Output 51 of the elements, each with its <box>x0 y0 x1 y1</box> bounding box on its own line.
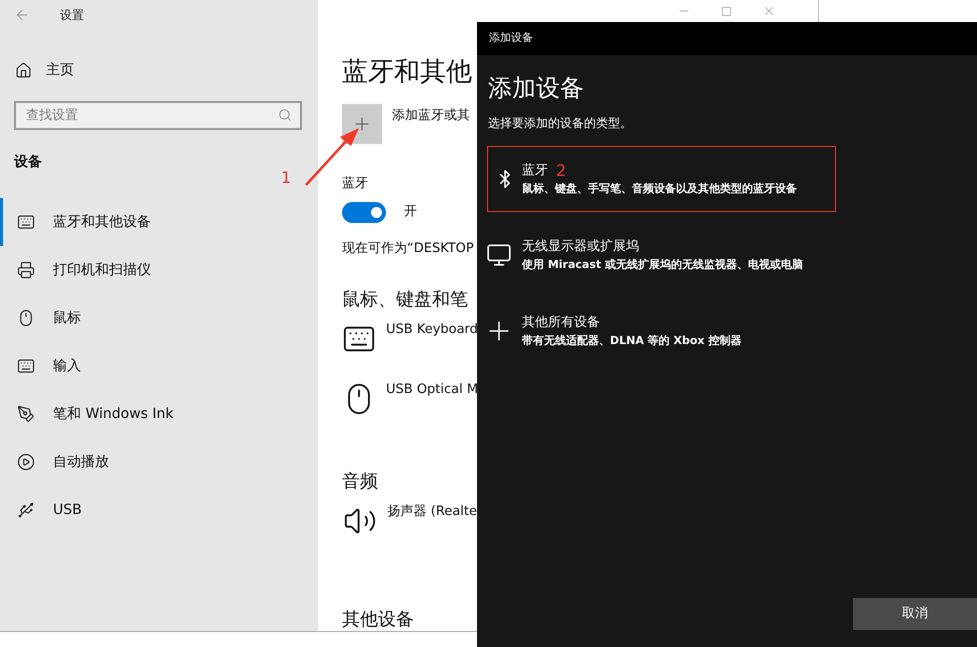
group-heading: 音频 <box>342 470 379 494</box>
add-device-button[interactable] <box>342 104 382 144</box>
option-title: 无线显示器或扩展坞 <box>522 238 639 256</box>
nav-item[interactable]: 笔和 Windows Ink <box>0 390 318 438</box>
printer-icon <box>17 261 35 279</box>
dialog-title: 添加设备 <box>489 30 533 46</box>
pen-icon <box>17 405 35 423</box>
nav-item[interactable]: 鼠标 <box>0 294 318 342</box>
monitor-icon <box>486 242 512 268</box>
bluetooth-label: 蓝牙 <box>342 175 369 193</box>
step-number: 2 <box>556 162 566 180</box>
search-icon <box>278 108 292 122</box>
device-name[interactable]: 扬声器 (Realte <box>388 502 477 554</box>
device-name[interactable]: USB Keyboard <box>386 320 478 372</box>
nav-item[interactable]: 蓝牙和其他设备 <box>0 198 318 246</box>
nav-item[interactable]: 自动播放 <box>0 438 318 486</box>
back-icon[interactable] <box>14 7 30 23</box>
device-type-option[interactable]: 蓝牙 2 鼠标、键盘、手写笔、音频设备以及其他类型的蓝牙设备 <box>487 146 836 212</box>
home-link[interactable]: 主页 <box>15 60 318 81</box>
play-icon <box>17 453 35 471</box>
option-title: 其他所有设备 <box>522 314 600 332</box>
device-type-option[interactable]: 无线显示器或扩展坞 使用 Miracast 或无线扩展坞的无线监视器、电视或电脑 <box>487 222 836 288</box>
step-number: 1 <box>281 167 292 189</box>
option-description: 带有无线适配器、DLNA 等的 Xbox 控制器 <box>522 333 742 349</box>
device-name[interactable]: USB Optical M <box>386 380 478 432</box>
add-device-label: 添加蓝牙或其 <box>392 107 470 125</box>
option-description: 鼠标、键盘、手写笔、音频设备以及其他类型的蓝牙设备 <box>522 181 797 197</box>
mouse-icon <box>17 309 35 327</box>
toggle-state: 开 <box>404 203 417 222</box>
keyboard-icon <box>17 357 35 375</box>
window-title: 设置 <box>60 7 84 24</box>
section-heading: 设备 <box>14 153 43 172</box>
group-heading: 鼠标、键盘和笔 <box>342 288 469 312</box>
cancel-button[interactable]: 取消 <box>853 598 977 630</box>
dialog-heading: 添加设备 <box>488 73 585 104</box>
group-heading: 其他设备 <box>342 608 415 632</box>
page-heading: 蓝牙和其他 <box>342 56 473 89</box>
bluetooth-toggle[interactable] <box>342 202 386 222</box>
nav-item[interactable]: 打印机和扫描仪 <box>0 246 318 294</box>
option-title: 蓝牙 <box>522 162 548 180</box>
discoverable-text: 现在可作为“DESKTOP <box>342 240 475 258</box>
device-type-option[interactable]: 其他所有设备 带有无线适配器、DLNA 等的 Xbox 控制器 <box>487 298 836 364</box>
device-icon <box>17 213 35 231</box>
nav-item[interactable]: 输入 <box>0 342 318 390</box>
option-description: 使用 Miracast 或无线扩展坞的无线监视器、电视或电脑 <box>522 257 803 273</box>
home-icon <box>15 62 32 79</box>
usb-icon <box>17 501 35 519</box>
maximize-icon[interactable] <box>721 6 732 16</box>
nav-item[interactable]: USB <box>0 486 318 534</box>
dialog-prompt: 选择要添加的设备的类型。 <box>488 115 633 132</box>
search-field[interactable]: 查找设置 <box>14 101 302 130</box>
